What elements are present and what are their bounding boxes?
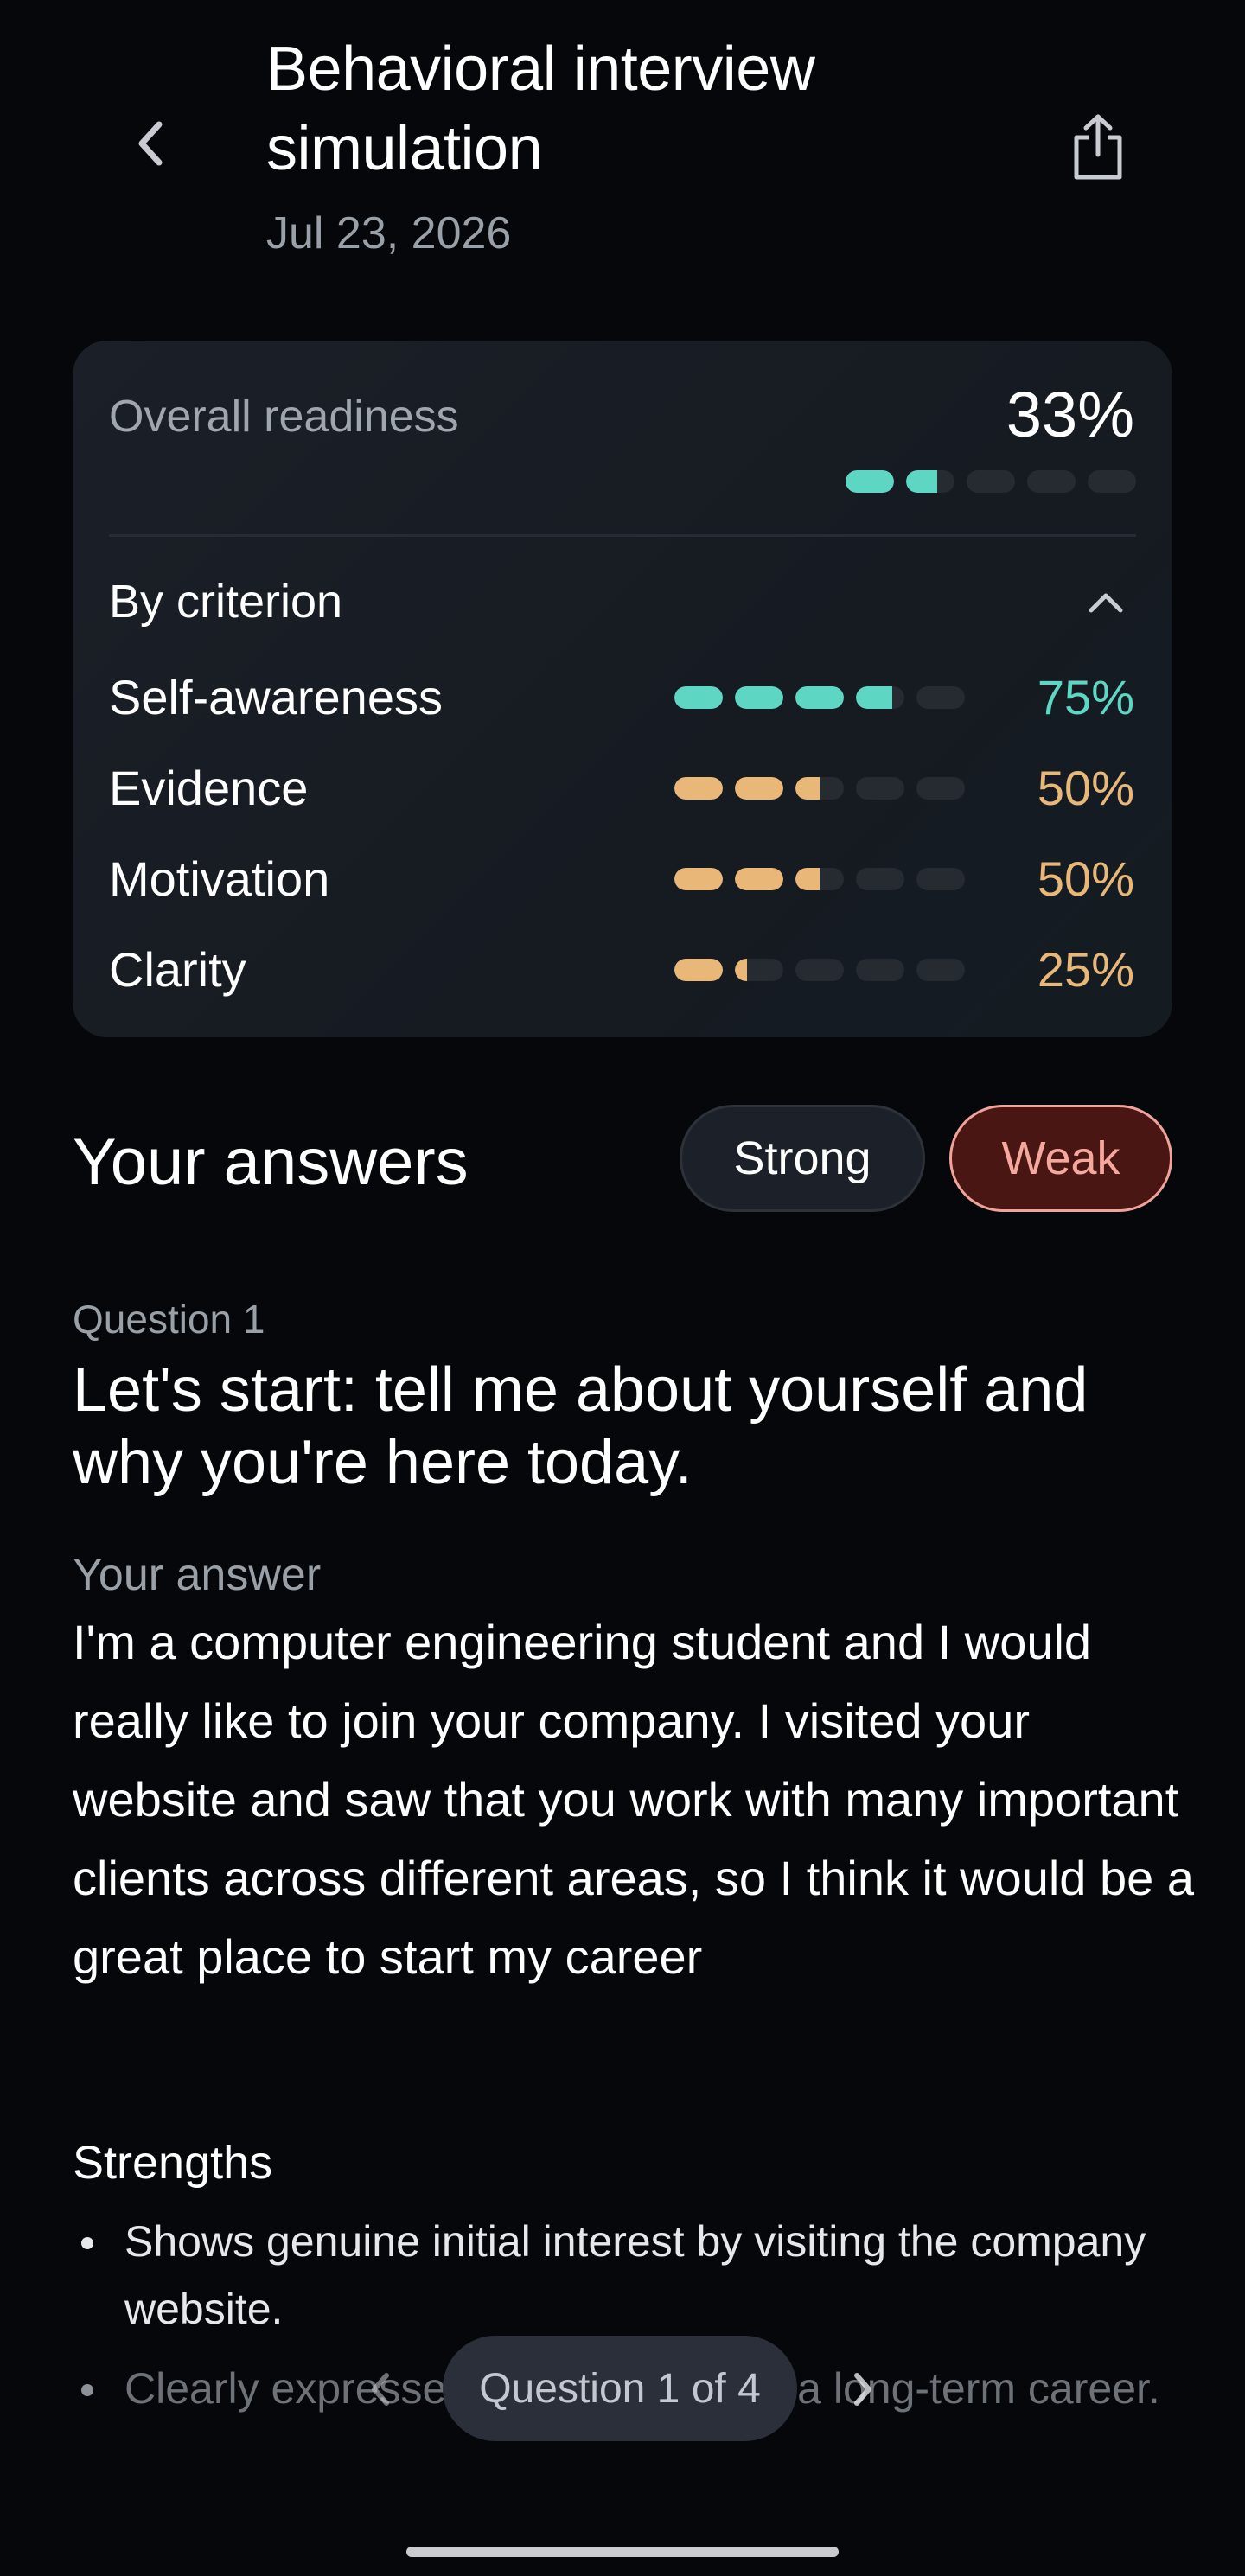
back-button[interactable]: [119, 112, 182, 175]
progress-segment-fill: [674, 868, 723, 890]
progress-segment: [916, 686, 965, 709]
question-number: Question 1: [73, 1297, 265, 1342]
criterion-name: Evidence: [109, 761, 309, 815]
progress-segment: [967, 470, 1015, 493]
answers-section-title: Your answers: [73, 1125, 469, 1199]
progress-segment: [856, 686, 904, 709]
progress-segment: [735, 777, 783, 800]
progress-segment: [735, 868, 783, 890]
progress-segment: [846, 470, 894, 493]
criterion-percent: 50%: [1037, 761, 1134, 815]
strength-item: Shows genuine initial interest by visiti…: [73, 2208, 1162, 2343]
criterion-row: Self-awareness 75%: [109, 667, 1134, 728]
criterion-percent: 75%: [1037, 670, 1134, 724]
progress-segment: [856, 777, 904, 800]
progress-segment-fill: [735, 959, 747, 981]
chevron-up-icon: [1089, 593, 1123, 613]
chevron-left-icon: [138, 121, 163, 166]
progress-segment: [856, 868, 904, 890]
answer-text: I'm a computer engineering student and I…: [73, 1615, 1194, 1984]
criterion-name: Clarity: [109, 942, 246, 997]
overall-readiness-label: Overall readiness: [109, 392, 459, 442]
criterion-bar: [674, 959, 965, 981]
by-criterion-label: By criterion: [109, 576, 343, 628]
readiness-card: Overall readiness 33% By criterion Self-…: [73, 341, 1172, 1037]
strengths-title: Strengths: [73, 2137, 273, 2189]
session-date: Jul 23, 2026: [266, 208, 512, 258]
share-button[interactable]: [1063, 111, 1133, 183]
criterion-percent: 50%: [1037, 851, 1134, 906]
progress-segment: [1088, 470, 1136, 493]
progress-segment-fill: [735, 777, 783, 800]
criterion-name: Self-awareness: [109, 670, 443, 724]
progress-segment: [674, 686, 723, 709]
progress-segment: [856, 959, 904, 981]
question-pager: Question 1 of 4: [443, 2336, 797, 2441]
criterion-bar: [674, 777, 965, 800]
collapse-criteria-button[interactable]: [1076, 572, 1136, 633]
criterion-row: Motivation 50%: [109, 849, 1134, 909]
progress-segment-fill: [674, 959, 723, 981]
progress-segment: [916, 777, 965, 800]
progress-segment: [906, 470, 954, 493]
card-divider: [109, 534, 1136, 537]
header: Behavioral interview simulation Jul 23, …: [0, 0, 1245, 285]
overall-readiness-bar: [846, 470, 1136, 493]
progress-segment: [674, 868, 723, 890]
previous-question-button[interactable]: [354, 2363, 406, 2415]
progress-segment: [795, 686, 844, 709]
home-indicator: [406, 2547, 839, 2557]
progress-segment-fill: [795, 686, 844, 709]
criterion-bar: [674, 686, 965, 709]
criterion-row: Evidence 50%: [109, 758, 1134, 819]
progress-segment: [674, 777, 723, 800]
progress-segment-fill: [674, 686, 723, 709]
progress-segment-fill: [735, 686, 783, 709]
criterion-name: Motivation: [109, 851, 330, 906]
progress-segment: [795, 777, 844, 800]
page-title: Behavioral interview simulation: [266, 35, 815, 183]
progress-segment-fill: [856, 686, 892, 709]
progress-segment: [795, 868, 844, 890]
share-icon: [1074, 114, 1122, 180]
filter-strong-button[interactable]: Strong: [680, 1105, 925, 1212]
next-question-button[interactable]: [837, 2363, 889, 2415]
progress-segment: [916, 868, 965, 890]
progress-segment-fill: [735, 868, 783, 890]
progress-segment-fill: [674, 777, 723, 800]
chevron-right-icon: [854, 2373, 872, 2406]
progress-segment-fill: [795, 868, 820, 890]
question-text: Let's start: tell me about yourself and …: [73, 1355, 1089, 1497]
criterion-bar: [674, 868, 965, 890]
overall-readiness-value: 33%: [1006, 379, 1134, 450]
progress-segment-fill: [906, 470, 938, 493]
progress-segment: [735, 686, 783, 709]
answer-label: Your answer: [73, 1550, 322, 1600]
progress-segment: [674, 959, 723, 981]
progress-segment: [1027, 470, 1076, 493]
filter-weak-button[interactable]: Weak: [949, 1105, 1172, 1212]
criterion-row: Clarity 25%: [109, 940, 1134, 1000]
criterion-percent: 25%: [1037, 942, 1134, 997]
progress-segment-fill: [795, 777, 820, 800]
progress-segment: [916, 959, 965, 981]
progress-segment: [735, 959, 783, 981]
chevron-left-icon: [372, 2373, 389, 2406]
progress-segment-fill: [846, 470, 894, 493]
progress-segment: [795, 959, 844, 981]
